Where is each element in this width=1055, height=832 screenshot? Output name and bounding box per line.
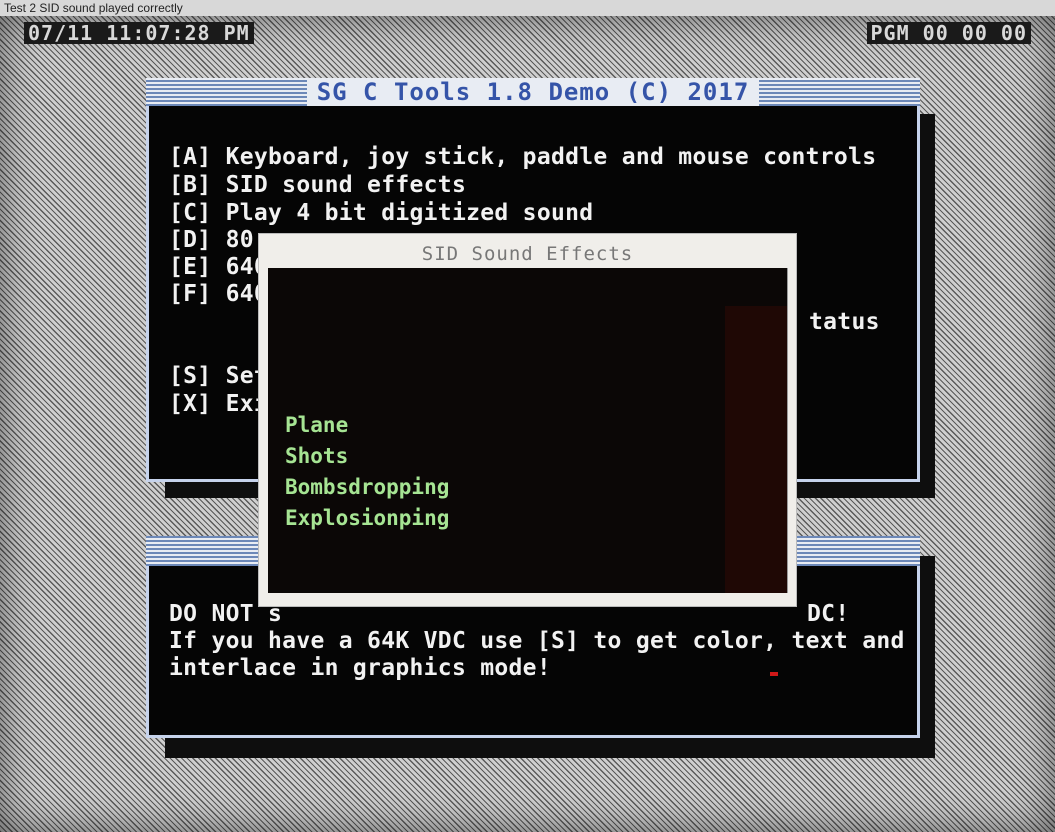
sound-item-bombsdropping[interactable]: Bombsdropping [285,472,449,502]
crt-screen: 07/11 11:07:28 PM PGM 00 00 00 SG C Tool… [0,16,1055,832]
menu-item-c[interactable]: [C] Play 4 bit digitized sound [169,201,593,226]
sid-sound-effects-dialog: SID Sound Effects Plane Shots Bombsdropp… [259,234,796,606]
status-clock: 07/11 11:07:28 PM [24,22,254,44]
menu-item-f[interactable]: [F] 640 [169,282,268,307]
sound-item-plane[interactable]: Plane [285,410,348,440]
menu-item-d[interactable]: [D] 80 [169,228,254,253]
image-caption: Test 2 SID sound played correctly [0,0,1055,16]
menu-item-x[interactable]: [X] Exi [169,392,268,417]
sound-item-explosion[interactable]: Explosionping [285,503,449,533]
dialog-body-tint [725,306,787,593]
menu-item-b[interactable]: [B] SID sound effects [169,173,466,198]
message-line-3: interlace in graphics mode! [169,655,551,681]
message-line-1-right: DC! [807,601,850,627]
menu-item-s[interactable]: [S] Set [169,364,268,389]
status-program: PGM 00 00 00 [866,22,1031,44]
dialog-title: SID Sound Effects [421,243,634,265]
main-window-title: SG C Tools 1.8 Demo (C) 2017 [306,78,760,106]
message-line-2: If you have a 64K VDC use [S] to get col… [169,628,905,654]
menu-item-a[interactable]: [A] Keyboard, joy stick, paddle and mous… [169,145,876,170]
dialog-body: Plane Shots Bombsdropping Explosionping [268,268,788,593]
menu-item-f-partial-right: tatus [809,309,880,335]
menu-item-e[interactable]: [E] 640 [169,255,268,280]
sound-item-shots[interactable]: Shots [285,441,348,471]
main-window-title-bar: SG C Tools 1.8 Demo (C) 2017 [146,78,920,106]
text-cursor [770,672,778,676]
